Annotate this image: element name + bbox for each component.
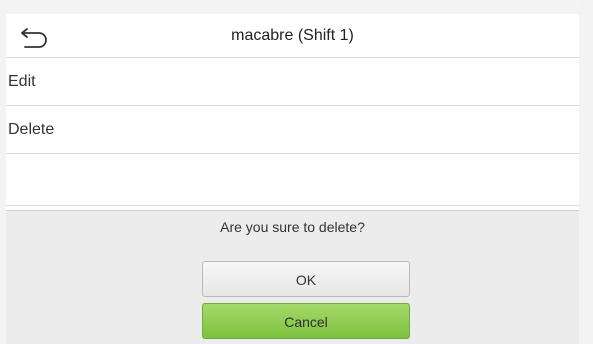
device-screen: macabre (Shift 1) Edit Delete Are you su… (6, 14, 579, 344)
title-bar: macabre (Shift 1) (6, 14, 579, 58)
screen-bezel-top (0, 0, 593, 14)
back-arrow-icon (21, 28, 47, 48)
page-title: macabre (Shift 1) (231, 27, 354, 44)
app-frame: macabre (Shift 1) Edit Delete Are you su… (0, 0, 593, 344)
back-button[interactable] (18, 22, 54, 50)
ok-button[interactable]: OK (202, 261, 410, 297)
menu-item-edit[interactable]: Edit (6, 58, 579, 106)
cancel-button[interactable]: Cancel (202, 303, 410, 339)
delete-confirm-dialog: Are you sure to delete? OK Cancel (6, 210, 579, 344)
menu-item-delete[interactable]: Delete (6, 106, 579, 154)
screen-bezel-right (579, 0, 593, 344)
menu-item-empty (6, 154, 579, 206)
dialog-message: Are you sure to delete? (220, 219, 365, 235)
